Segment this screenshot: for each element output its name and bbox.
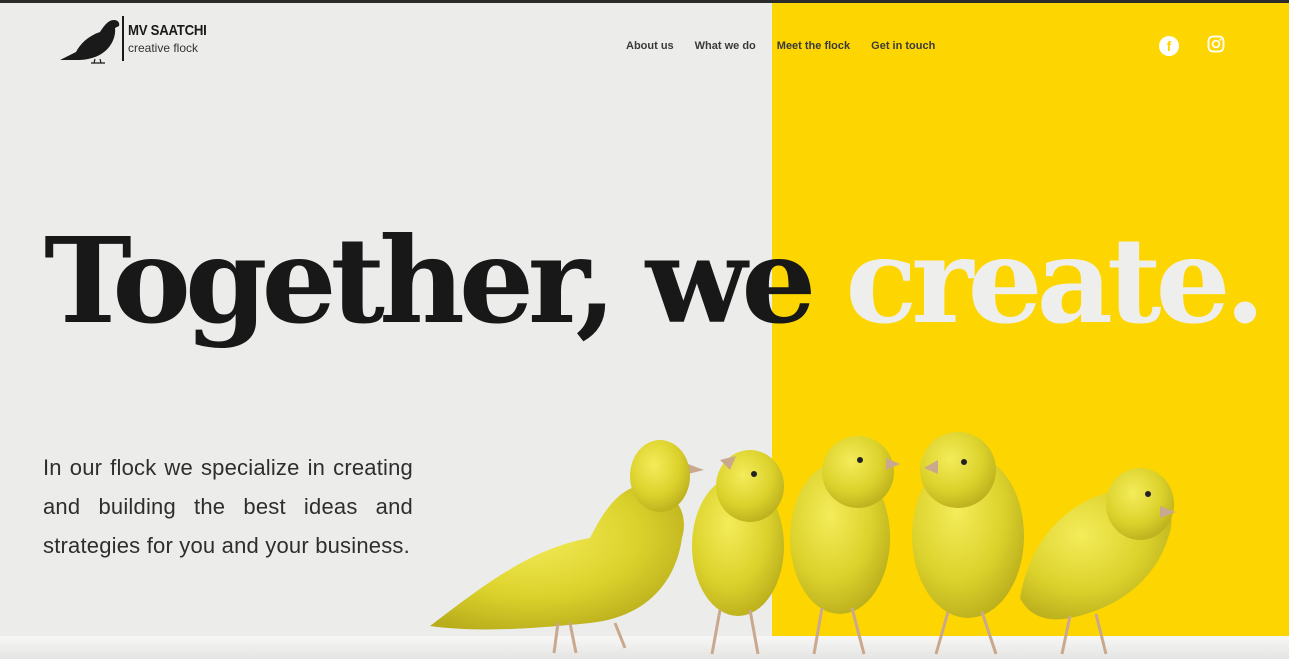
logo-divider <box>122 16 124 61</box>
bird-silhouette-icon <box>60 20 120 64</box>
hero-headline: Together, we create. <box>44 222 1266 340</box>
nav-what-we-do[interactable]: What we do <box>695 40 756 52</box>
headline-light-part: create. <box>810 211 1265 350</box>
headline-dark-part: Together, we <box>44 211 816 350</box>
main-nav: About us What we do Meet the flock Get i… <box>626 40 935 52</box>
canaries-image <box>430 432 1176 655</box>
brand-name: MV SAATCHI <box>128 22 207 39</box>
canary-4 <box>912 432 1024 655</box>
instagram-icon[interactable] <box>1207 35 1225 53</box>
canary-5 <box>1020 468 1176 655</box>
canary-2 <box>692 450 784 655</box>
canary-1 <box>430 440 704 654</box>
canary-3 <box>790 436 900 655</box>
brand-tagline: creative flock <box>128 41 199 55</box>
hero-intro-text: In our flock we specialize in creating a… <box>43 455 413 558</box>
nav-about-us[interactable]: About us <box>626 40 674 52</box>
nav-meet-the-flock[interactable]: Meet the flock <box>777 40 850 52</box>
facebook-icon[interactable]: f <box>1159 36 1179 56</box>
brand-logo[interactable]: MV SAATCHI creative flock <box>58 14 218 64</box>
nav-get-in-touch[interactable]: Get in touch <box>871 40 935 52</box>
